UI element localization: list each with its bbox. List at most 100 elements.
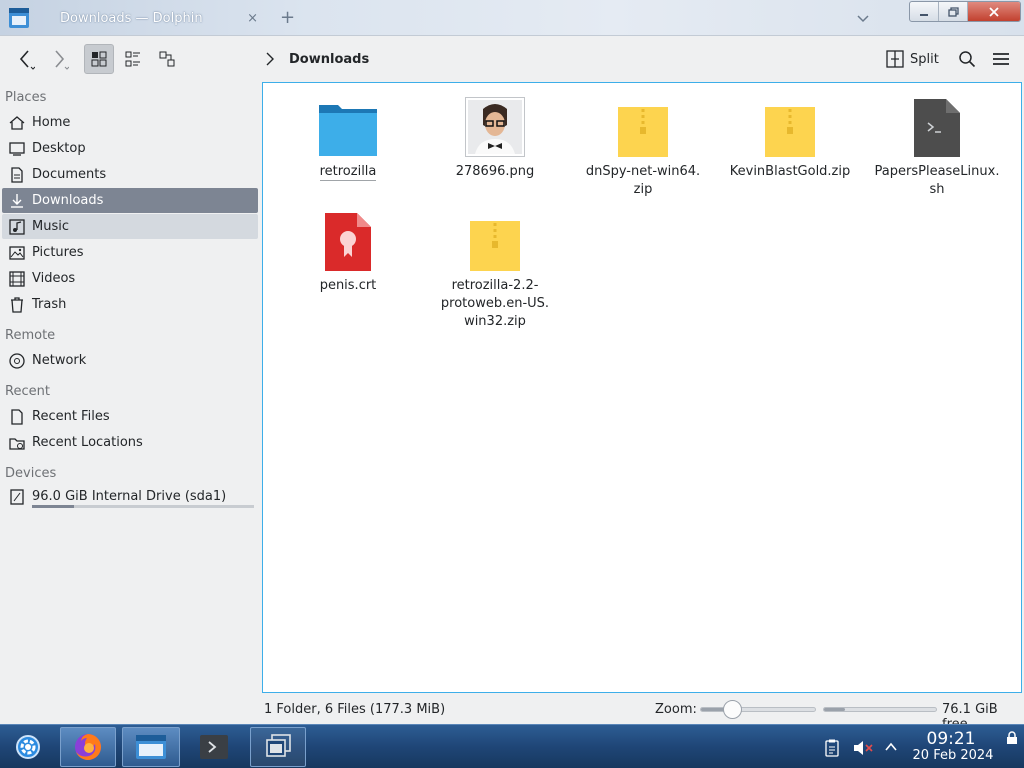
taskbar-firefox[interactable]: [60, 727, 116, 767]
sidebar-item-pictures[interactable]: Pictures: [2, 240, 258, 265]
drive-usage-fill: [32, 505, 75, 508]
gear-icon: [16, 735, 40, 759]
sidebar-item-label: 96.0 GiB Internal Drive (sda1): [32, 489, 227, 504]
section-devices: Devices: [5, 466, 57, 481]
clock-date[interactable]: 20 Feb 2024: [906, 748, 1000, 763]
volume-muted-icon[interactable]: [852, 739, 874, 757]
dolphin-app-icon: [9, 8, 29, 28]
sidebar-item-music[interactable]: Music: [2, 214, 258, 239]
downloads-icon: [11, 193, 23, 208]
title-bar: Downloads — Dolphin × +: [0, 0, 1024, 36]
file-name: 278696.png: [455, 164, 535, 179]
zip-archive-icon: [765, 107, 815, 157]
file-item-penis-crt[interactable]: penis.crt: [278, 209, 418, 295]
sidebar-item-label: Pictures: [32, 245, 84, 260]
zoom-slider[interactable]: [700, 707, 816, 712]
search-button[interactable]: [952, 44, 982, 74]
sidebar-item-label: Recent Locations: [32, 435, 143, 450]
tab-title: Downloads — Dolphin: [60, 11, 203, 26]
free-space-bar: [823, 707, 937, 712]
taskbar-dolphin[interactable]: [122, 727, 180, 767]
icons-view-button[interactable]: [84, 44, 114, 74]
videos-icon: [9, 270, 25, 287]
section-recent: Recent: [5, 384, 50, 399]
shell-script-icon: [914, 99, 960, 157]
close-window-button[interactable]: [968, 2, 1020, 21]
forward-button[interactable]: [44, 44, 74, 74]
zip-archive-icon: [618, 107, 668, 157]
menu-button[interactable]: [986, 44, 1016, 74]
sidebar-item-label: Recent Files: [32, 409, 110, 424]
details-view-icon: [159, 51, 175, 67]
split-view-icon: [886, 50, 904, 68]
sidebar-item-trash[interactable]: Trash: [2, 292, 258, 317]
sidebar-item-videos[interactable]: Videos: [2, 266, 258, 291]
terminal-icon: [200, 735, 228, 759]
zoom-slider-handle[interactable]: [723, 700, 742, 719]
sidebar-item-recent-files[interactable]: Recent Files: [2, 404, 258, 429]
lock-icon[interactable]: [1006, 731, 1018, 745]
drive-usage-bar: [32, 505, 254, 508]
sidebar-item-downloads[interactable]: Downloads: [2, 188, 258, 213]
application-launcher-button[interactable]: [6, 727, 50, 767]
file-item-retrozilla-2-2-zip[interactable]: retrozilla-2.2- protoweb.en-US. win32.zi…: [425, 209, 565, 331]
file-name: KevinBlastGold.zip: [729, 164, 851, 179]
close-icon: [989, 6, 999, 17]
file-name: penis.crt: [319, 278, 377, 293]
file-item-278696-png[interactable]: 278696.png: [425, 95, 565, 181]
chevron-down-icon[interactable]: [856, 11, 870, 25]
tab-close-icon[interactable]: ×: [247, 11, 258, 26]
pictures-icon: [9, 245, 25, 260]
folder-app-icon: [136, 735, 166, 759]
file-item-retrozilla[interactable]: retrozilla: [278, 95, 418, 181]
folder-summary: 1 Folder, 6 Files (177.3 MiB): [264, 702, 446, 717]
file-item-kevinblastgold-zip[interactable]: KevinBlastGold.zip: [720, 95, 860, 181]
sidebar-item-network[interactable]: Network: [2, 348, 258, 373]
file-view[interactable]: retrozilla 278696.png dnSpy-net-win64. z…: [262, 82, 1022, 693]
compact-view-button[interactable]: [118, 44, 148, 74]
clock-time[interactable]: 09:21: [918, 729, 984, 749]
sidebar-item-recent-locations[interactable]: Recent Locations: [2, 430, 258, 455]
file-name: PapersPleaseLinux. sh: [874, 164, 1000, 197]
details-view-button[interactable]: [152, 44, 182, 74]
sidebar-item-label: Downloads: [32, 193, 104, 208]
sidebar-item-label: Home: [32, 115, 71, 130]
maximize-button[interactable]: [939, 2, 968, 21]
show-windows-button[interactable]: [250, 727, 306, 767]
file-item-dnspy-zip[interactable]: dnSpy-net-win64. zip: [573, 95, 713, 199]
section-places: Places: [5, 90, 47, 105]
certificate-icon: [325, 213, 371, 271]
sidebar-item-label: Videos: [32, 271, 76, 286]
sidebar-item-label: Documents: [32, 167, 107, 182]
split-button[interactable]: Split: [886, 47, 939, 71]
chevron-up-icon[interactable]: [884, 741, 898, 753]
grid-view-icon: [91, 51, 107, 67]
windows-overview-icon: [266, 734, 291, 757]
new-tab-button[interactable]: +: [280, 9, 295, 27]
zip-archive-icon: [470, 221, 520, 271]
file-name: dnSpy-net-win64. zip: [585, 164, 701, 197]
status-bar: 1 Folder, 6 Files (177.3 MiB) Zoom: 76.1…: [0, 694, 1024, 732]
clipboard-icon[interactable]: [824, 739, 840, 757]
taskbar: 09:21 20 Feb 2024: [0, 724, 1024, 768]
back-button[interactable]: [10, 44, 40, 74]
toolbar: Downloads Split: [0, 36, 1024, 82]
forward-arrow-icon: [55, 50, 69, 70]
firefox-icon: [75, 734, 101, 760]
breadcrumb-chevron-icon[interactable]: [264, 51, 276, 67]
taskbar-terminal[interactable]: [186, 727, 242, 767]
file-item-paperspleaselinux-sh[interactable]: PapersPleaseLinux. sh: [867, 95, 1007, 199]
file-name: retrozilla-2.2- protoweb.en-US. win32.zi…: [440, 278, 550, 329]
breadcrumb-downloads[interactable]: Downloads: [289, 52, 369, 67]
sidebar-item-desktop[interactable]: Desktop: [2, 136, 258, 161]
file-name: retrozilla: [319, 164, 377, 181]
network-icon: [9, 352, 25, 369]
zoom-label: Zoom:: [655, 702, 697, 717]
sidebar-item-documents[interactable]: Documents: [2, 162, 258, 187]
free-space-fill: [824, 708, 846, 711]
tab-downloads[interactable]: Downloads — Dolphin ×: [38, 4, 264, 34]
minimize-icon: [920, 13, 928, 16]
music-icon: [9, 218, 25, 235]
minimize-button[interactable]: [910, 2, 939, 21]
sidebar-item-home[interactable]: Home: [2, 110, 258, 135]
